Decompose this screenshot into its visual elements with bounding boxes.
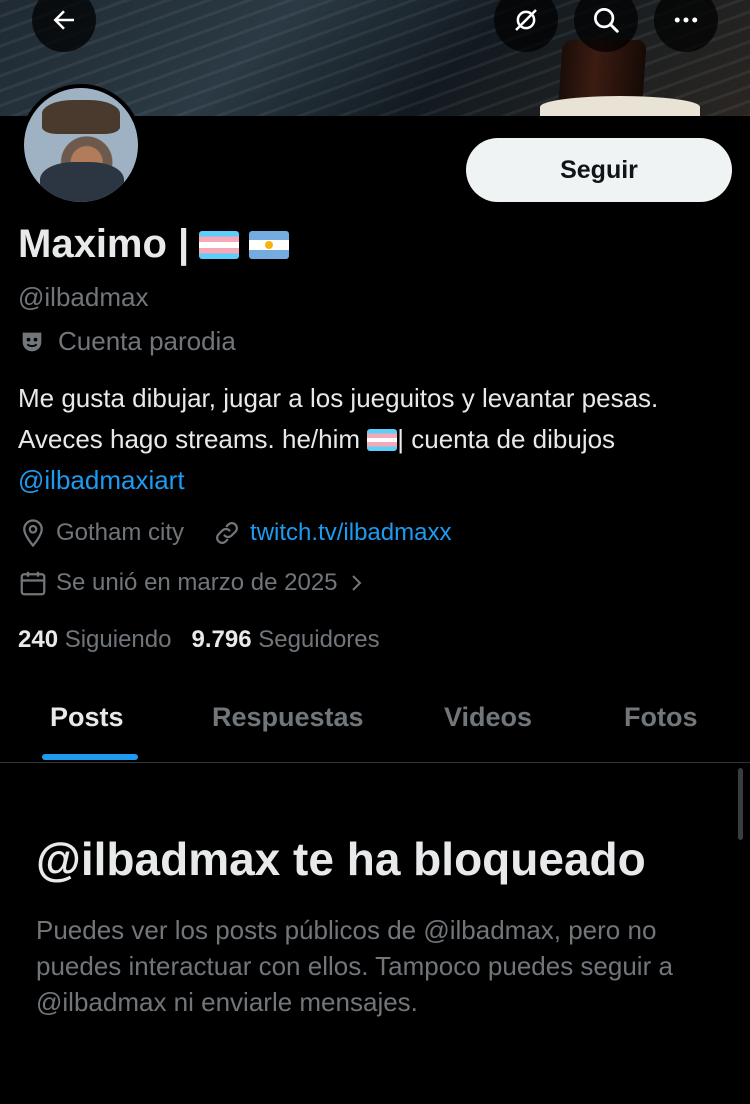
profile-handle: @ilbadmax [18,282,149,312]
active-tab-indicator [42,754,138,760]
following-stat[interactable]: 240 Siguiendo [18,626,171,654]
tab-fotos[interactable]: Fotos [624,702,698,733]
calendar-icon [20,571,46,596]
more-icon [674,17,698,23]
avatar-body-shape [40,162,124,202]
following-label: Siguiendo [64,626,172,653]
profile-tabs: Posts Respuestas Videos Fotos [0,684,750,763]
blocked-description: Puedes ver los posts públicos de @ilbadm… [36,915,673,1017]
followers-stat[interactable]: 9.796 Seguidores [191,626,379,654]
display-name: Maximo | [18,222,190,266]
tab-videos[interactable]: Videos [444,702,532,733]
bio-mention-link[interactable]: @ilbadmaxiart [18,465,185,495]
avatar-image [24,88,138,202]
trans-flag-emoji [199,230,240,259]
profile-bio: Me gusta dibujar, jugar a los jueguitos … [18,378,718,501]
parody-label: Cuenta parodia [58,326,236,356]
chevron-right-icon [351,575,361,591]
avatar[interactable] [20,84,142,206]
followers-label: Seguidores [258,626,380,653]
blocked-title: @ilbadmax te ha bloqueado [36,833,646,885]
bio-trans-flag-emoji [367,429,398,451]
location-pin-icon [23,519,43,548]
link-icon [216,522,238,544]
display-name-row: Maximo | [18,222,290,267]
follow-button[interactable]: Seguir [466,138,732,202]
search-icon [594,8,619,33]
joined-row[interactable]: Se unió en marzo de 2025 [18,568,376,598]
joined-text: Se unió en marzo de 2025 [56,569,338,596]
back-arrow-icon [53,10,74,30]
scrollbar[interactable] [738,768,743,840]
grok-icon [515,9,537,31]
followers-count: 9.796 [191,626,252,653]
avatar-hat-shape [42,100,120,134]
website-link[interactable]: twitch.tv/ilbadmaxx [250,519,451,547]
bio-text-part2: | cuenta de dibujos [397,424,616,454]
argentina-flag-emoji [249,230,290,259]
parody-label-row: Cuenta parodia [18,326,236,357]
profile-meta-row: Gotham city twitch.tv/ilbadmaxx [18,518,451,548]
following-count: 240 [18,626,59,653]
tab-respuestas[interactable]: Respuestas [212,702,364,733]
location-text: Gotham city [56,519,185,546]
banner-art-brim [540,96,700,116]
parody-mask-icon [22,332,42,351]
tab-posts[interactable]: Posts [50,702,124,733]
follow-stats: 240 Siguiendo 9.796 Seguidores [18,626,380,654]
